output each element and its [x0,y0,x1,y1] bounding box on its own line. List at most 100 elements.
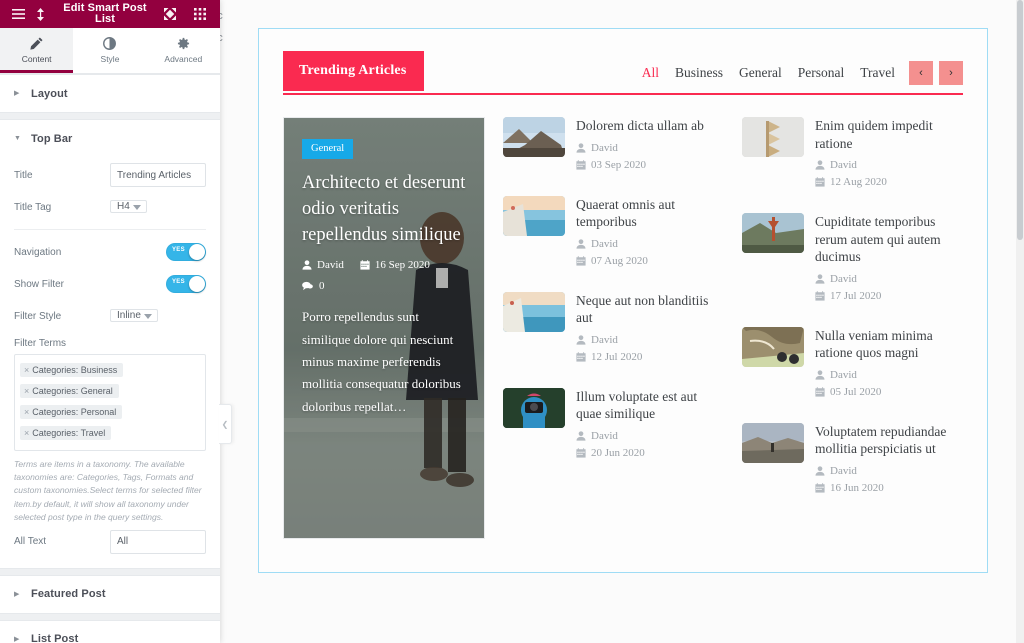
smart-post-list-widget[interactable]: Trending Articles All Business General P… [258,28,988,573]
list-item[interactable]: Illum voluptate est aut quae similique D… [503,388,724,464]
hamburger-icon[interactable] [7,3,29,25]
drag-vertical-icon[interactable] [29,3,51,25]
section-list-post-header[interactable]: ▶ List Post [0,621,220,643]
post-author-name: David [830,159,857,171]
post-title[interactable]: Enim quidem impedit ratione [815,117,963,152]
calendar-icon [815,291,825,301]
post-title[interactable]: Neque aut non blanditiis aut [576,292,724,327]
show-filter-toggle[interactable]: YES [166,275,206,293]
remove-token-icon[interactable]: × [24,365,29,375]
tab-advanced[interactable]: Advanced [147,28,220,73]
tab-style[interactable]: Style [73,28,146,73]
filter-style-select[interactable]: Inline [110,309,158,322]
section-layout-header[interactable]: ▶ Layout [0,75,220,112]
post-author: David [576,238,724,250]
post-date-text: 05 Jul 2020 [830,386,881,398]
user-icon [815,274,825,284]
filter-tab-business[interactable]: Business [675,66,723,80]
post-thumbnail [503,196,565,236]
filter-term-token[interactable]: ×Categories: Personal [20,405,122,419]
navigation-toggle[interactable]: YES [166,243,206,261]
list-item[interactable]: Neque aut non blanditiis aut David 12 Ju… [503,292,724,368]
post-title[interactable]: Dolorem dicta ullam ab [576,117,724,135]
post-author: David [576,430,724,442]
field-navigation: Navigation YES [14,236,206,268]
filter-term-token[interactable]: ×Categories: Business [20,363,123,377]
post-date: 07 Aug 2020 [576,255,724,267]
user-icon [302,260,312,270]
filter-terms-help: Terms are items in a taxonomy. The avail… [14,451,206,526]
filter-tab-all[interactable]: All [642,66,659,80]
post-author-name: David [830,465,857,477]
post-author-name: David [591,334,618,346]
post-body: Cupiditate temporibus rerum autem qui au… [815,213,963,307]
list-item[interactable]: Dolorem dicta ullam ab David 03 Sep 2020 [503,117,724,176]
post-author: David [576,142,724,154]
section-list-post: ▶ List Post [0,620,220,643]
field-show-filter: Show Filter YES [14,268,206,300]
featured-category-badge[interactable]: General [302,139,353,159]
filter-tab-personal[interactable]: Personal [798,66,845,80]
calendar-icon [576,352,586,362]
next-button[interactable]: › [939,61,963,85]
post-date: 20 Jun 2020 [576,447,724,459]
post-title[interactable]: Quaerat omnis aut temporibus [576,196,724,231]
featured-date-text: 16 Sep 2020 [375,259,430,271]
post-title[interactable]: Voluptatem repudiandae mollitia perspici… [815,423,963,458]
list-item[interactable]: Quaerat omnis aut temporibus David 07 Au… [503,196,724,272]
post-author: David [815,273,963,285]
post-date: 03 Sep 2020 [576,159,724,171]
featured-post-title[interactable]: Architecto et deserunt odio veritatis re… [302,170,466,249]
section-layout-title: Layout [31,88,68,100]
section-featured-post-header[interactable]: ▶ Featured Post [0,576,220,613]
user-icon [576,431,586,441]
title-input[interactable] [110,163,206,187]
expand-icon[interactable] [159,3,181,25]
all-text-input[interactable] [110,530,206,554]
panel-tabs: Content Style Advanced [0,28,220,74]
post-date-text: 16 Jun 2020 [830,482,884,494]
filter-tab-travel[interactable]: Travel [860,66,895,80]
list-item[interactable]: Cupiditate temporibus rerum autem qui au… [742,213,963,307]
carousel-nav: ‹ › [909,61,963,85]
widget-topbar: Trending Articles All Business General P… [283,51,963,95]
panel-header: Edit Smart Post List [0,0,220,28]
list-item[interactable]: Voluptatem repudiandae mollitia perspici… [742,423,963,499]
scrollbar-thumb[interactable] [1017,0,1023,240]
remove-token-icon[interactable]: × [24,428,29,438]
toggle-knob [189,244,205,260]
list-item[interactable]: Nulla veniam minima ratione quos magni D… [742,327,963,403]
prev-button[interactable]: ‹ [909,61,933,85]
featured-post-excerpt: Porro repellendus sunt similique dolore … [302,306,466,418]
post-list-column-2: Enim quidem impedit ratione David 12 Aug… [742,117,963,539]
post-date: 17 Jul 2020 [815,290,963,302]
remove-token-icon[interactable]: × [24,386,29,396]
chevron-right-icon: ▶ [14,90,20,97]
post-title[interactable]: Nulla veniam minima ratione quos magni [815,327,963,362]
remove-token-icon[interactable]: × [24,407,29,417]
navigation-label: Navigation [14,247,110,258]
section-top-bar-header[interactable]: ▼ Top Bar [0,120,220,157]
section-list-post-title: List Post [31,633,78,643]
post-date-text: 12 Aug 2020 [830,176,887,188]
panel-collapse-handle[interactable]: ❮ [219,404,232,444]
contrast-icon [103,36,116,51]
calendar-icon [815,483,825,493]
post-body: Neque aut non blanditiis aut David 12 Ju… [576,292,724,368]
section-featured-post-title: Featured Post [31,588,106,600]
featured-post-card[interactable]: General Architecto et deserunt odio veri… [283,117,485,539]
post-title[interactable]: Illum voluptate est aut quae similique [576,388,724,423]
title-tag-select[interactable]: H4 [110,200,147,213]
tab-content[interactable]: Content [0,28,73,73]
post-title[interactable]: Cupiditate temporibus rerum autem qui au… [815,213,963,266]
comment-icon [302,281,313,291]
filter-terms-input[interactable]: ×Categories: Business ×Categories: Gener… [14,354,206,451]
list-item[interactable]: Enim quidem impedit ratione David 12 Aug… [742,117,963,193]
preview-stage: ng c ng c Trending Articles All Business… [220,0,1024,643]
filter-tab-general[interactable]: General [739,66,782,80]
grid-icon[interactable] [189,3,211,25]
stage-scrollbar[interactable] [1016,0,1024,643]
filter-term-token[interactable]: ×Categories: Travel [20,426,111,440]
filter-term-token[interactable]: ×Categories: General [20,384,119,398]
widget-brand-button[interactable]: Trending Articles [283,51,424,91]
